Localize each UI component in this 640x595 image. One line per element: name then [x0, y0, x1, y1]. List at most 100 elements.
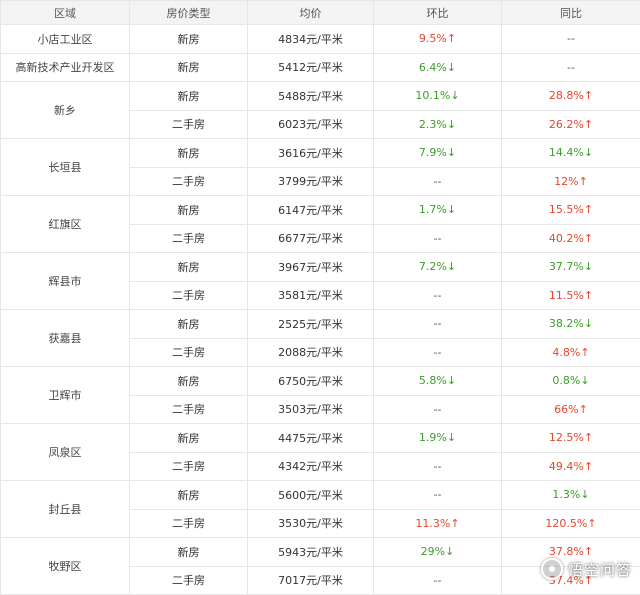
- table-row: 获嘉县新房2525元/平米--38.2%↓: [1, 310, 640, 339]
- table-row: 小店工业区新房4834元/平米9.5%↑--: [1, 25, 640, 54]
- price-type-cell: 新房: [130, 310, 248, 339]
- price-type-cell: 二手房: [130, 110, 248, 139]
- price-type-cell: 新房: [130, 82, 248, 111]
- table-row: 长垣县新房3616元/平米7.9%↓14.4%↓: [1, 139, 640, 168]
- average-price-cell: 5943元/平米: [248, 538, 374, 567]
- year-on-year-cell: 15.5%↑: [502, 196, 640, 225]
- year-on-year-cell: 40.2%↑: [502, 224, 640, 253]
- year-on-year-cell: 14.4%↓: [502, 139, 640, 168]
- header-price-type: 房价类型: [130, 1, 248, 25]
- month-on-month-cell: --: [374, 566, 502, 595]
- region-cell: 新乡: [1, 82, 130, 139]
- year-on-year-cell: 28.8%↑: [502, 82, 640, 111]
- price-type-cell: 二手房: [130, 281, 248, 310]
- header-month-on-month: 环比: [374, 1, 502, 25]
- price-type-cell: 新房: [130, 367, 248, 396]
- price-type-cell: 新房: [130, 538, 248, 567]
- price-type-cell: 新房: [130, 139, 248, 168]
- year-on-year-cell: 4.8%↑: [502, 338, 640, 367]
- price-type-cell: 二手房: [130, 338, 248, 367]
- average-price-cell: 3581元/平米: [248, 281, 374, 310]
- year-on-year-cell: 1.3%↓: [502, 481, 640, 510]
- region-cell: 凤泉区: [1, 424, 130, 481]
- table-body: 小店工业区新房4834元/平米9.5%↑--高新技术产业开发区新房5412元/平…: [1, 25, 640, 595]
- year-on-year-cell: 0.8%↓: [502, 367, 640, 396]
- table-row: 红旗区新房6147元/平米1.7%↓15.5%↑: [1, 196, 640, 225]
- average-price-cell: 4342元/平米: [248, 452, 374, 481]
- average-price-cell: 6677元/平米: [248, 224, 374, 253]
- year-on-year-cell: 66%↑: [502, 395, 640, 424]
- average-price-cell: 3530元/平米: [248, 509, 374, 538]
- month-on-month-cell: 1.9%↓: [374, 424, 502, 453]
- year-on-year-cell: 26.2%↑: [502, 110, 640, 139]
- housing-price-table: 区域 房价类型 均价 环比 同比 小店工业区新房4834元/平米9.5%↑--高…: [0, 0, 640, 595]
- month-on-month-cell: --: [374, 395, 502, 424]
- month-on-month-cell: 7.2%↓: [374, 253, 502, 282]
- table-header: 区域 房价类型 均价 环比 同比: [1, 1, 640, 25]
- wukong-logo-icon: [541, 558, 563, 580]
- price-type-cell: 二手房: [130, 395, 248, 424]
- month-on-month-cell: --: [374, 281, 502, 310]
- table-row: 封丘县新房5600元/平米--1.3%↓: [1, 481, 640, 510]
- year-on-year-cell: --: [502, 53, 640, 82]
- price-type-cell: 新房: [130, 424, 248, 453]
- month-on-month-cell: 6.4%↓: [374, 53, 502, 82]
- month-on-month-cell: 1.7%↓: [374, 196, 502, 225]
- table-row: 卫辉市新房6750元/平米5.8%↓0.8%↓: [1, 367, 640, 396]
- month-on-month-cell: --: [374, 167, 502, 196]
- table-row: 辉县市新房3967元/平米7.2%↓37.7%↓: [1, 253, 640, 282]
- average-price-cell: 3799元/平米: [248, 167, 374, 196]
- month-on-month-cell: 11.3%↑: [374, 509, 502, 538]
- month-on-month-cell: 5.8%↓: [374, 367, 502, 396]
- month-on-month-cell: 7.9%↓: [374, 139, 502, 168]
- average-price-cell: 5412元/平米: [248, 53, 374, 82]
- region-cell: 获嘉县: [1, 310, 130, 367]
- price-type-cell: 二手房: [130, 167, 248, 196]
- month-on-month-cell: --: [374, 310, 502, 339]
- year-on-year-cell: 37.7%↓: [502, 253, 640, 282]
- average-price-cell: 4834元/平米: [248, 25, 374, 54]
- average-price-cell: 3616元/平米: [248, 139, 374, 168]
- year-on-year-cell: 38.2%↓: [502, 310, 640, 339]
- average-price-cell: 6750元/平米: [248, 367, 374, 396]
- month-on-month-cell: 29%↓: [374, 538, 502, 567]
- region-cell: 卫辉市: [1, 367, 130, 424]
- table-row: 凤泉区新房4475元/平米1.9%↓12.5%↑: [1, 424, 640, 453]
- price-type-cell: 新房: [130, 53, 248, 82]
- year-on-year-cell: 12.5%↑: [502, 424, 640, 453]
- average-price-cell: 3967元/平米: [248, 253, 374, 282]
- region-cell: 小店工业区: [1, 25, 130, 54]
- average-price-cell: 4475元/平米: [248, 424, 374, 453]
- region-cell: 长垣县: [1, 139, 130, 196]
- region-cell: 红旗区: [1, 196, 130, 253]
- month-on-month-cell: 10.1%↓: [374, 82, 502, 111]
- average-price-cell: 7017元/平米: [248, 566, 374, 595]
- year-on-year-cell: 11.5%↑: [502, 281, 640, 310]
- watermark-text: 悟空问答: [568, 559, 632, 580]
- header-average-price: 均价: [248, 1, 374, 25]
- year-on-year-cell: --: [502, 25, 640, 54]
- month-on-month-cell: --: [374, 224, 502, 253]
- month-on-month-cell: --: [374, 481, 502, 510]
- month-on-month-cell: 2.3%↓: [374, 110, 502, 139]
- price-type-cell: 二手房: [130, 452, 248, 481]
- year-on-year-cell: 49.4%↑: [502, 452, 640, 481]
- year-on-year-cell: 120.5%↑: [502, 509, 640, 538]
- average-price-cell: 3503元/平米: [248, 395, 374, 424]
- region-cell: 辉县市: [1, 253, 130, 310]
- average-price-cell: 6147元/平米: [248, 196, 374, 225]
- average-price-cell: 6023元/平米: [248, 110, 374, 139]
- price-type-cell: 新房: [130, 196, 248, 225]
- price-type-cell: 二手房: [130, 224, 248, 253]
- price-type-cell: 二手房: [130, 509, 248, 538]
- region-cell: 封丘县: [1, 481, 130, 538]
- price-type-cell: 二手房: [130, 566, 248, 595]
- header-year-on-year: 同比: [502, 1, 640, 25]
- average-price-cell: 5600元/平米: [248, 481, 374, 510]
- table-row: 高新技术产业开发区新房5412元/平米6.4%↓--: [1, 53, 640, 82]
- month-on-month-cell: --: [374, 452, 502, 481]
- year-on-year-cell: 12%↑: [502, 167, 640, 196]
- price-type-cell: 新房: [130, 481, 248, 510]
- header-row: 区域 房价类型 均价 环比 同比: [1, 1, 640, 25]
- region-cell: 高新技术产业开发区: [1, 53, 130, 82]
